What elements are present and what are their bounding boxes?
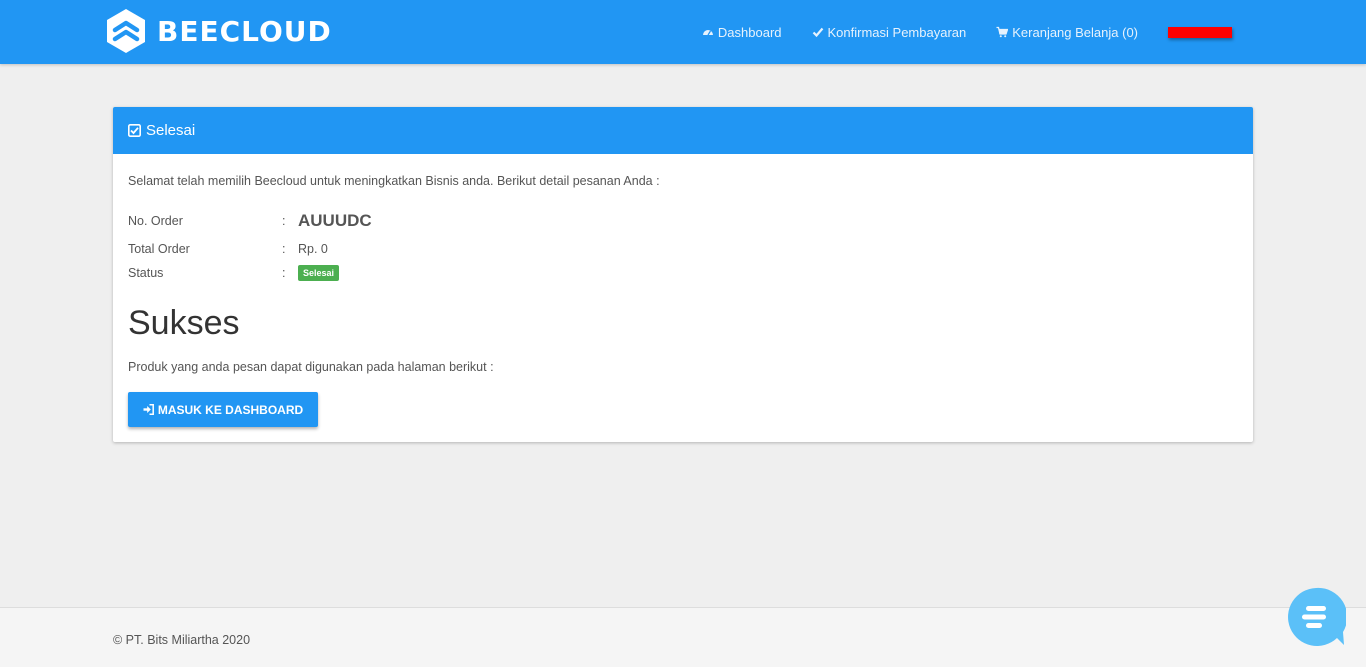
user-menu-redacted[interactable] [1168,26,1232,38]
nav-dashboard[interactable]: Dashboard [702,25,782,40]
main-nav: Dashboard Konfirmasi Pembayaran Keranjan… [702,0,1366,64]
nav-dashboard-label: Dashboard [717,24,782,40]
chat-bubble-icon [1288,587,1346,646]
go-to-dashboard-label: MASUK KE DASHBOARD [157,402,304,417]
chat-widget-button[interactable] [1286,587,1346,647]
product-info-text: Produk yang anda pesan dapat digunakan p… [128,360,494,374]
page-footer: © PT. Bits Miliartha 2020 [0,607,1366,667]
total-order-row: Total Order : Rp. 0 [128,242,328,256]
panel-title: Selesai [146,122,196,139]
intro-text: Selamat telah memilih Beecloud untuk men… [128,174,660,188]
order-number-label: No. Order [128,214,183,228]
status-row: Status : Selesai [128,265,340,281]
shopping-cart-icon [996,26,1009,38]
nav-keranjang-label: Keranjang Belanja (0) [1012,24,1138,40]
status-badge: Selesai [298,265,340,281]
nav-keranjang-belanja[interactable]: Keranjang Belanja (0) [996,25,1138,40]
brand-logo-link[interactable]: BEECLOUD [105,8,332,54]
status-label: Status [128,266,164,280]
separator: : [282,242,286,256]
separator: : [282,214,286,228]
total-order-label: Total Order [128,242,190,256]
order-number-value: AUUUDC [298,211,372,230]
success-title: Sukses [128,304,240,342]
sign-in-icon [143,404,154,415]
dashboard-icon [702,30,713,36]
panel-heading: Selesai [113,107,1253,154]
check-icon [812,27,823,38]
footer-copyright: © PT. Bits Miliartha 2020 [113,633,251,647]
brand-name: BEECLOUD [157,14,332,48]
order-complete-panel: Selesai Selamat telah memilih Beecloud u… [113,107,1253,442]
separator: : [282,266,286,280]
beecloud-logo-icon [107,9,145,53]
top-navbar: BEECLOUD Dashboard Konfirmasi Pembayaran… [0,0,1366,64]
nav-konfirmasi-label: Konfirmasi Pembayaran [827,24,967,40]
order-number-row: No. Order : AUUUDC [128,211,372,231]
go-to-dashboard-button[interactable]: MASUK KE DASHBOARD [128,392,318,427]
nav-konfirmasi-pembayaran[interactable]: Konfirmasi Pembayaran [812,24,967,40]
check-square-icon [128,124,141,137]
total-order-value: Rp. 0 [298,242,328,256]
